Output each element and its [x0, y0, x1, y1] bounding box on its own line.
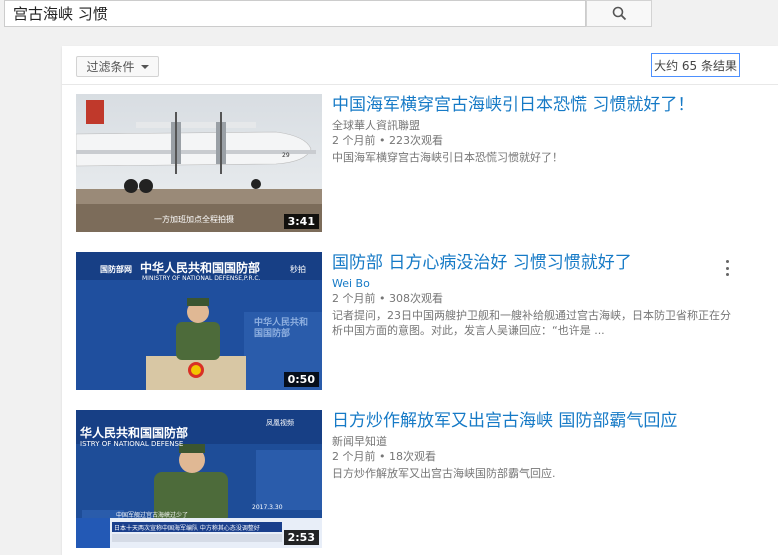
video-result: 华人民共和国国防部 ISTRY OF NATIONAL DEFENSE 凤凰视频…: [76, 410, 736, 548]
video-meta: 2 个月前 • 308次观看: [332, 292, 443, 305]
video-title[interactable]: 日方炒作解放军又出宫古海峡 国防部霸气回应: [332, 410, 736, 432]
video-description: 记者提问，23日中国两艘护卫舰和一艘补给舰通过宫古海峡，日本防卫省称正在分析中国…: [332, 309, 731, 337]
video-info: 中国海军横穿宫古海峡引日本恐慌 习惯就好了！ 全球華人資訊聯盟 2 个月前 • …: [332, 94, 736, 165]
chevron-down-icon: [140, 64, 149, 69]
thumbnail-date: 2017.3.30: [252, 504, 283, 511]
video-duration: 2:53: [283, 530, 319, 545]
video-result: 中华人民共和国国防部 MINISTRY OF NATIONAL DEFENSE,…: [76, 252, 736, 390]
thumbnail-logo-secondary: 秒拍: [290, 265, 306, 274]
thumbnail-logo: 凤凰视频: [266, 419, 294, 427]
video-info: 国防部 日方心病没治好 习惯习惯就好了 Wei Bo 2 个月前 • 308次观…: [332, 252, 736, 338]
video-thumbnail[interactable]: 中华人民共和国国防部 MINISTRY OF NATIONAL DEFENSE,…: [76, 252, 322, 390]
thumbnail-image: .: [76, 94, 322, 232]
video-description: 日方炒作解放军又出宫古海峡国防部霸气回应.: [332, 467, 556, 480]
thumbnail-banner-en: ISTRY OF NATIONAL DEFENSE: [80, 440, 184, 448]
search-button[interactable]: [586, 0, 652, 27]
video-meta: 2 个月前 • 18次观看: [332, 450, 436, 463]
channel-name[interactable]: 新闻早知道: [332, 435, 736, 449]
video-thumbnail[interactable]: 华人民共和国国防部 ISTRY OF NATIONAL DEFENSE 凤凰视频…: [76, 410, 322, 548]
video-description: 中国海军横穿宫古海峡引日本恐慌习惯就好了！: [332, 151, 563, 164]
filter-label: 过滤条件: [86, 60, 135, 74]
video-result: . 29 一方加班加点全程拍摄 3:41 中国海军横穿宫古海峡引日本恐慌 习惯就…: [76, 94, 736, 232]
thumbnail-banner: 华人民共和国国防部: [80, 426, 189, 440]
result-count: 大约 65 条结果: [651, 53, 740, 77]
search-bar: 宫古海峡 习惯: [0, 0, 778, 34]
search-icon: [612, 6, 626, 21]
filter-button[interactable]: 过滤条件: [76, 56, 159, 77]
thumbnail-banner-en: MINISTRY OF NATIONAL DEFENSE,P.R.C.: [142, 275, 261, 282]
video-duration: 3:41: [283, 214, 319, 229]
thumbnail-ticker: 日本十天两次宣称中国海军编队 中方称其心态没调整好: [114, 525, 260, 532]
video-info: 日方炒作解放军又出宫古海峡 国防部霸气回应 新闻早知道 2 个月前 • 18次观…: [332, 410, 736, 481]
thumbnail-number: 29: [282, 152, 290, 159]
divider: [62, 84, 778, 85]
thumbnail-banner: 中华人民共和国国防部: [140, 261, 261, 275]
results-panel: 过滤条件 大约 65 条结果 29 一方加班加点全程拍摄 3:41 中国海军横穿…: [62, 46, 778, 555]
channel-name[interactable]: Wei Bo: [332, 277, 736, 291]
thumbnail-subtitle: 中国军舰过宫古海峡过少了: [116, 512, 189, 519]
video-title[interactable]: 中国海军横穿宫古海峡引日本恐慌 习惯就好了！: [332, 94, 736, 116]
thumbnail-logo: 国防部网: [100, 265, 132, 274]
video-meta: 2 个月前 • 223次观看: [332, 134, 443, 147]
channel-name[interactable]: 全球華人資訊聯盟: [332, 119, 736, 133]
thumbnail-caption: 一方加班加点全程拍摄: [154, 215, 234, 224]
more-options-icon[interactable]: [724, 260, 730, 276]
video-title[interactable]: 国防部 日方心病没治好 习惯习惯就好了: [332, 252, 736, 274]
thumbnail-side-text: 中华人民共和国国防部: [254, 318, 309, 339]
search-input[interactable]: 宫古海峡 习惯: [4, 0, 586, 27]
video-duration: 0:50: [283, 372, 319, 387]
video-thumbnail[interactable]: . 29 一方加班加点全程拍摄 3:41: [76, 94, 322, 232]
